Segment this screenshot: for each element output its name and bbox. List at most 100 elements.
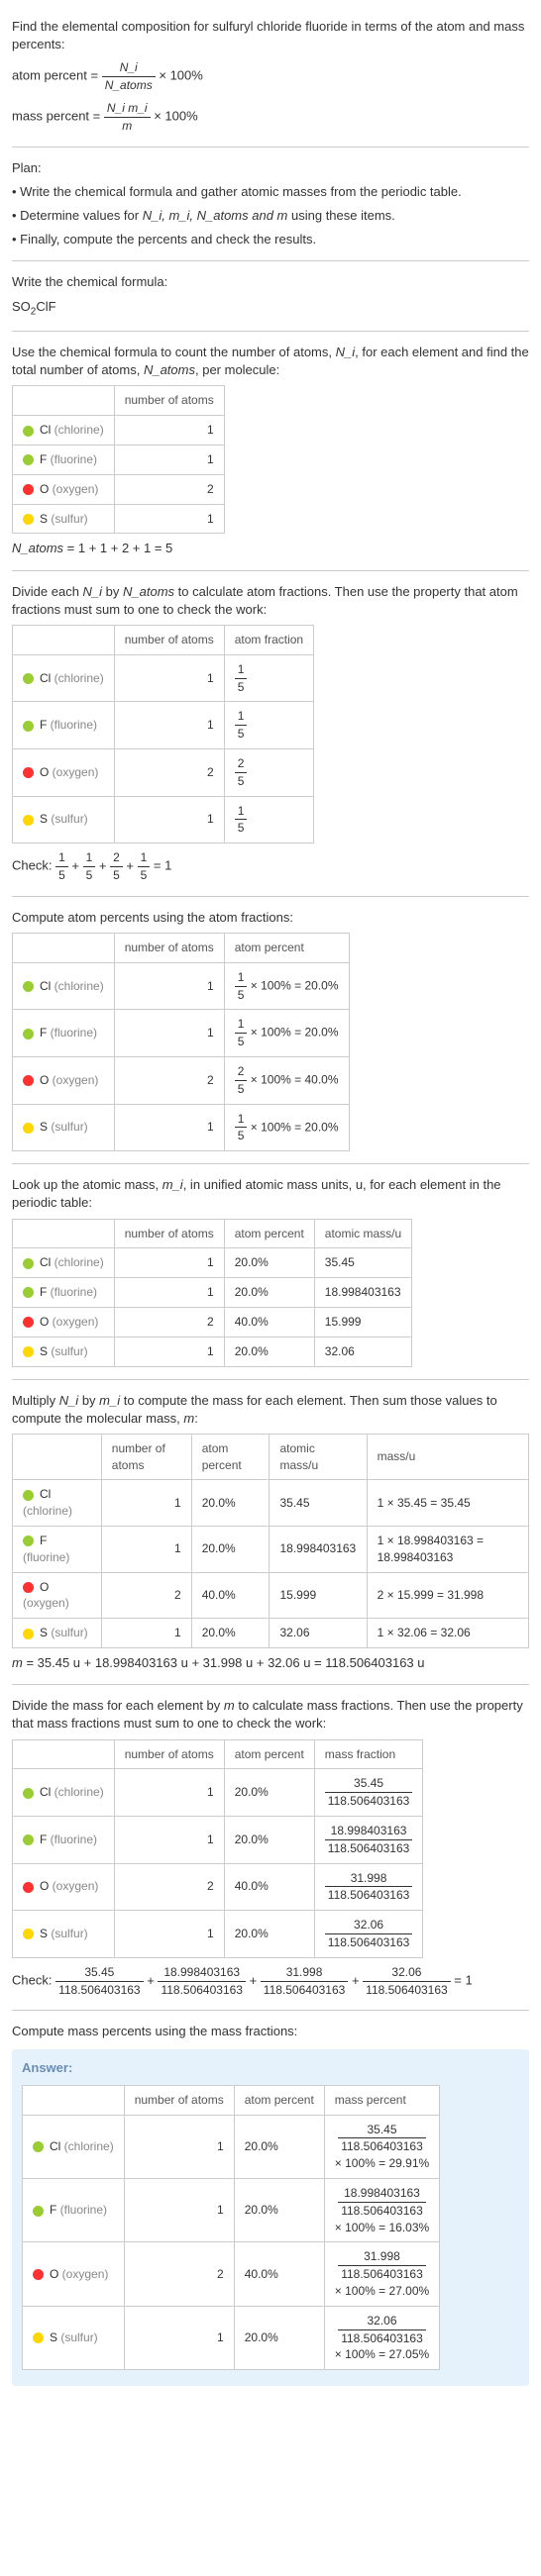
cell: 2 (114, 1307, 224, 1337)
t: = 1 (451, 1973, 473, 1988)
masspct-table: number of atomsatom percentmass percent … (22, 2085, 440, 2370)
cell: 18.998403163118.506403163× 100% = 16.03% (324, 2178, 439, 2241)
massfrac-table: number of atomsatom percentmass fraction… (12, 1739, 423, 1958)
answer-box: Answer: number of atomsatom percentmass … (12, 2049, 529, 2387)
cell: 35.45118.506403163 (314, 1769, 423, 1817)
t: SO (12, 299, 31, 314)
element-cell: Cl (chlorine) (13, 1769, 115, 1817)
t: Check: (12, 1973, 55, 1988)
cell: 31.998118.506403163 (314, 1863, 423, 1911)
cell: 1 (101, 1619, 191, 1648)
vars: N_i, m_i, N_atoms and m (143, 208, 288, 223)
v: N_atoms (123, 584, 174, 599)
atom-percent-formula: atom percent = N_iN_atoms × 100% (12, 59, 529, 94)
cell: 15 × 100% = 20.0% (224, 962, 349, 1010)
cell: 2 × 15.999 = 31.998 (367, 1572, 528, 1619)
cell: 35.45118.506403163× 100% = 29.91% (324, 2115, 439, 2178)
cell: 15 (224, 654, 313, 702)
col-header: number of atoms (114, 1219, 224, 1248)
cell: 2 (114, 1863, 224, 1911)
col-header: atom percent (224, 933, 349, 962)
cell: 18.998403163 (314, 1278, 411, 1308)
t: Use the chemical formula to count the nu… (12, 345, 336, 359)
count-heading: Use the chemical formula to count the nu… (12, 344, 529, 379)
cell: 20.0% (191, 1480, 270, 1527)
count-table: number of atoms Cl (chlorine)1F (fluorin… (12, 385, 225, 534)
fraction: N_i m_im (104, 100, 151, 135)
table-row: O (oxygen)225 × 100% = 40.0% (13, 1056, 350, 1104)
mult-table: number of atomsatom percentatomic mass/u… (12, 1434, 529, 1648)
atompct-table: number of atomsatom percent Cl (chlorine… (12, 933, 350, 1151)
cell: 1 (114, 962, 224, 1010)
cell: 2 (101, 1572, 191, 1619)
frac-heading: Divide each N_i by N_atoms to calculate … (12, 583, 529, 619)
t: Look up the atomic mass, (12, 1177, 162, 1192)
cell: 40.0% (234, 2242, 324, 2306)
col-header: number of atoms (114, 386, 224, 416)
element-cell: S (sulfur) (13, 796, 115, 843)
natoms-sum: N_atoms = 1 + 1 + 2 + 1 = 5 (12, 540, 529, 557)
col-header: mass percent (324, 2085, 439, 2115)
t: = 1 + 1 + 2 + 1 = 5 (63, 541, 172, 555)
cell: 15 (224, 796, 313, 843)
cell: 1 (114, 1769, 224, 1817)
cell: 1 (114, 702, 224, 749)
massfrac-check: Check: 35.45118.506403163 + 18.998403163… (12, 1964, 529, 1999)
cell: 25 × 100% = 40.0% (224, 1056, 349, 1104)
element-cell: S (sulfur) (13, 1337, 115, 1366)
table-row: F (fluorine)120.0%18.998403163118.506403… (23, 2178, 440, 2241)
cell: 18.998403163 (270, 1527, 367, 1573)
atompct-heading: Compute atom percents using the atom fra… (12, 909, 529, 927)
element-cell: O (oxygen) (13, 749, 115, 797)
atomicmass-table: number of atomsatom percentatomic mass/u… (12, 1219, 412, 1367)
times100: × 100% (154, 109, 197, 124)
cell: 35.45 (270, 1480, 367, 1527)
col-header: number of atoms (101, 1434, 191, 1480)
cell: 20.0% (191, 1527, 270, 1573)
cell: 1 (114, 654, 224, 702)
col-header: atom fraction (224, 626, 313, 655)
v: m_i (162, 1177, 183, 1192)
table-row: S (sulfur)120.0%32.06 (13, 1337, 412, 1366)
cell: 20.0% (224, 1817, 314, 1864)
num: N_i (120, 60, 138, 74)
element-cell: Cl (chlorine) (13, 1248, 115, 1278)
cell: 15 × 100% = 20.0% (224, 1010, 349, 1057)
cell: 1 (114, 1337, 224, 1366)
answer-label: Answer: (22, 2059, 519, 2077)
cell: 20.0% (234, 2115, 324, 2178)
cell: 32.06 (270, 1619, 367, 1648)
cell: 15 (224, 702, 313, 749)
element-cell: Cl (chlorine) (23, 2115, 125, 2178)
cell: 20.0% (191, 1619, 270, 1648)
cell: 1 (114, 1104, 224, 1151)
frac-check: Check: 15 + 15 + 25 + 15 = 1 (12, 849, 529, 884)
cell: 1 (114, 504, 224, 534)
den: N_atoms (105, 78, 153, 92)
t: by (78, 1393, 99, 1408)
cell: 20.0% (224, 1769, 314, 1817)
massfrac-heading: Divide the mass for each element by m to… (12, 1697, 529, 1733)
cell: 35.45 (314, 1248, 411, 1278)
element-cell: S (sulfur) (13, 504, 115, 534)
t: , per molecule: (195, 362, 279, 377)
cell: 1 (101, 1480, 191, 1527)
col-header: atom percent (234, 2085, 324, 2115)
table-row: Cl (chlorine)120.0%35.45118.506403163 (13, 1769, 423, 1817)
table-row: F (fluorine)120.0%18.9984031631 × 18.998… (13, 1527, 529, 1573)
cell: 32.06 (314, 1337, 411, 1366)
t: Multiply (12, 1393, 59, 1408)
label: atom percent = (12, 68, 98, 83)
t: ClF (36, 299, 55, 314)
v: N_atoms (144, 362, 195, 377)
table-row: Cl (chlorine)1 (13, 416, 225, 446)
table-row: F (fluorine)1 (13, 446, 225, 475)
element-cell: Cl (chlorine) (13, 962, 115, 1010)
table-row: O (oxygen)240.0%15.999 (13, 1307, 412, 1337)
cell: 1 (114, 1278, 224, 1308)
mass-percent-formula: mass percent = N_i m_im × 100% (12, 100, 529, 135)
element-cell: F (fluorine) (13, 446, 115, 475)
plan-b1: • Write the chemical formula and gather … (12, 183, 529, 201)
table-row: S (sulfur)115 (13, 796, 314, 843)
v: m (12, 1655, 23, 1670)
